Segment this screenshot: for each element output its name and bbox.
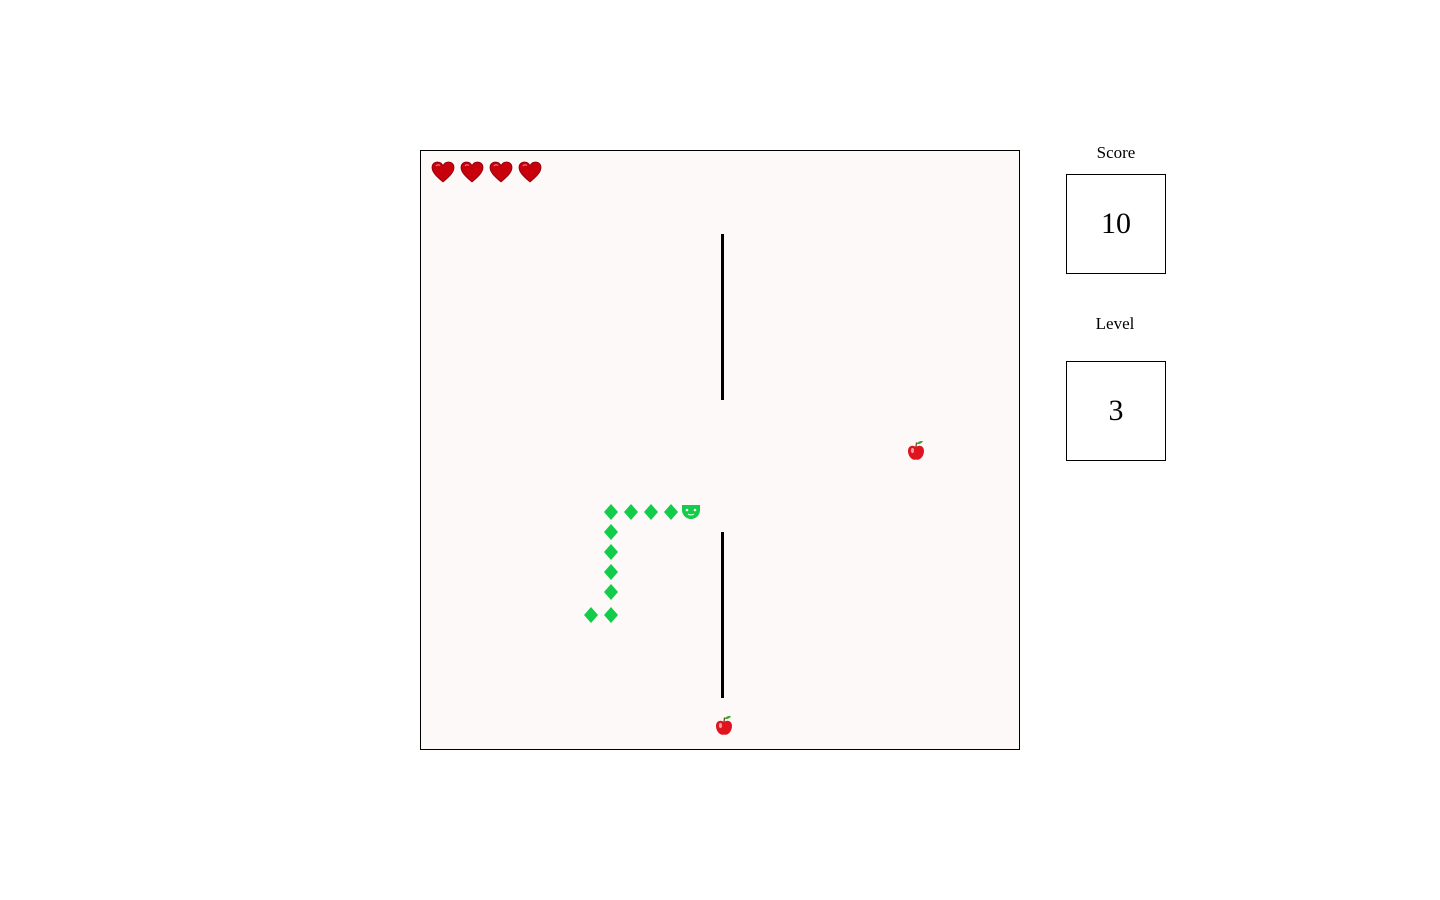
lives-indicator bbox=[431, 161, 542, 183]
snake-segment-icon bbox=[604, 584, 618, 600]
level-display: 3 bbox=[1066, 361, 1166, 461]
heart-icon bbox=[431, 161, 455, 183]
apple-icon bbox=[906, 440, 926, 462]
game-board[interactable] bbox=[420, 150, 1020, 750]
snake-segment-icon bbox=[604, 544, 618, 560]
snake-head-icon bbox=[681, 504, 701, 520]
score-display: 10 bbox=[1066, 174, 1166, 274]
snake-segment-icon bbox=[644, 504, 658, 520]
snake-segment-icon bbox=[604, 564, 618, 580]
snake-segment-icon bbox=[624, 504, 638, 520]
wall-obstacle-bottom bbox=[721, 532, 724, 698]
snake-segment-icon bbox=[604, 607, 618, 623]
snake-segment-icon bbox=[664, 504, 678, 520]
apple-icon bbox=[714, 715, 734, 737]
heart-icon bbox=[489, 161, 513, 183]
snake-segment-icon bbox=[604, 524, 618, 540]
heart-icon bbox=[460, 161, 484, 183]
heart-icon bbox=[518, 161, 542, 183]
wall-obstacle-top bbox=[721, 234, 724, 400]
level-label: Level bbox=[1095, 314, 1135, 333]
score-label: Score bbox=[1096, 143, 1136, 162]
snake-segment-icon bbox=[604, 504, 618, 520]
snake-segment-icon bbox=[584, 607, 598, 623]
